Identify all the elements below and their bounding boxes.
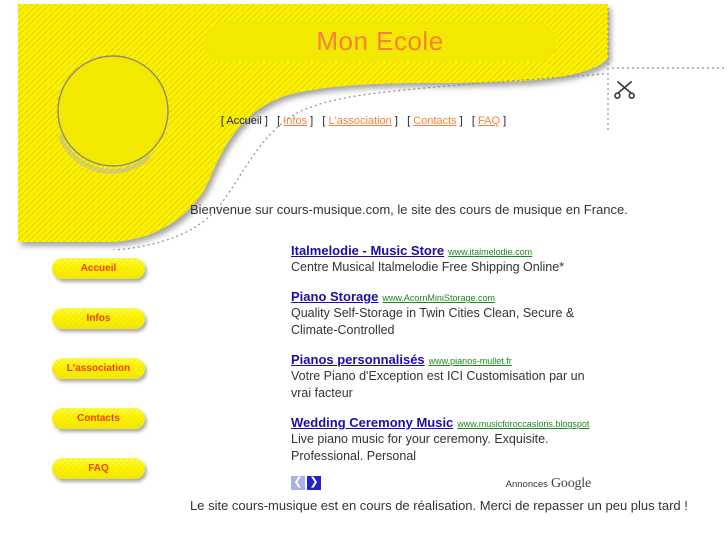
topnav-item-association[interactable]: L'association	[329, 115, 392, 127]
ad-title-link[interactable]: Pianos personnalisés	[291, 352, 425, 367]
sidebar-item-faq[interactable]: FAQ	[52, 458, 145, 479]
welcome-text: Bienvenue sur cours-musique.com, le site…	[190, 202, 628, 217]
nav-bracket: [	[220, 115, 224, 127]
ad-url-link[interactable]: www.pianos-mullet.fr	[429, 356, 512, 366]
ad-description: Quality Self-Storage in Twin Cities Clea…	[291, 306, 575, 337]
ad-headline-row: Pianos personnalisés www.pianos-mullet.fr	[291, 352, 591, 367]
ad-url-link[interactable]: www.AcornMiniStorage.com	[382, 293, 495, 303]
ad-description: Votre Piano d'Exception est ICI Customis…	[291, 369, 585, 400]
sidebar-item-association[interactable]: L'association	[52, 358, 145, 379]
ad-description: Live piano music for your ceremony. Exqu…	[291, 432, 549, 463]
ad-url-link[interactable]: www.italmelodie.com	[448, 247, 532, 257]
footer-note: Le site cours-musique est en cours de ré…	[190, 498, 688, 513]
ads-footer: ❮ ❯ Annonces Google	[291, 476, 591, 494]
sidebar-item-label: Contacts	[77, 413, 120, 424]
ad-headline-row: Wedding Ceremony Music www.musicforoccasi…	[291, 415, 591, 430]
page-title: Mon Ecole	[316, 26, 444, 56]
nav-bracket: ]	[459, 115, 463, 127]
ad-item: Piano Storage www.AcornMiniStorage.com Qu…	[291, 289, 591, 339]
ad-item: Italmelodie - Music Store www.italmelodie…	[291, 243, 591, 276]
ad-title-link[interactable]: Piano Storage	[291, 289, 378, 304]
ad-url-link[interactable]: www.musicforoccasions.blogspot	[457, 419, 589, 429]
ads-branding-label: Annonces	[505, 479, 548, 490]
nav-bracket: [	[322, 115, 326, 127]
next-ads-arrow-icon[interactable]: ❯	[307, 476, 321, 490]
nav-bracket: [	[407, 115, 411, 127]
sidebar-item-label: L'association	[66, 363, 131, 374]
ad-title-link[interactable]: Italmelodie - Music Store	[291, 243, 444, 258]
sidebar-item-accueil[interactable]: Accueil	[52, 258, 145, 279]
nav-bracket: [	[277, 115, 281, 127]
ads-branding-name: Google	[550, 476, 591, 491]
previous-ads-arrow-icon[interactable]: ❮	[291, 476, 305, 490]
nav-bracket: ]	[264, 115, 268, 127]
nav-bracket: [	[471, 115, 475, 127]
topnav-item-faq[interactable]: FAQ	[478, 115, 500, 127]
ad-item: Pianos personnalisés www.pianos-mullet.fr…	[291, 352, 591, 402]
sidebar-navigation: Accueil Infos L'association Contacts FAQ	[52, 258, 152, 508]
google-ads-block: Italmelodie - Music Store www.italmelodie…	[291, 243, 591, 494]
nav-bracket: ]	[394, 115, 398, 127]
sidebar-item-label: Accueil	[80, 263, 117, 274]
top-navigation: [ Accueil ] [ Infos ] [ L'association ] …	[0, 115, 727, 127]
ad-headline-row: Piano Storage www.AcornMiniStorage.com	[291, 289, 591, 304]
sidebar-item-infos[interactable]: Infos	[52, 308, 145, 329]
topnav-item-contacts[interactable]: Contacts	[413, 115, 456, 127]
ads-branding[interactable]: Annonces Google	[505, 476, 592, 492]
sidebar-item-contacts[interactable]: Contacts	[52, 408, 145, 429]
nav-bracket: ]	[503, 115, 507, 127]
ad-item: Wedding Ceremony Music www.musicforoccasi…	[291, 415, 591, 465]
ad-description: Centre Musical Italmelodie Free Shipping…	[291, 260, 565, 274]
ad-headline-row: Italmelodie - Music Store www.italmelodie…	[291, 243, 591, 258]
nav-bracket: ]	[310, 115, 314, 127]
sidebar-item-label: Infos	[86, 313, 111, 324]
sidebar-item-label: FAQ	[88, 463, 109, 474]
ad-title-link[interactable]: Wedding Ceremony Music	[291, 415, 453, 430]
topnav-item-infos[interactable]: Infos	[283, 115, 307, 127]
topnav-item-accueil[interactable]: Accueil	[226, 115, 261, 127]
